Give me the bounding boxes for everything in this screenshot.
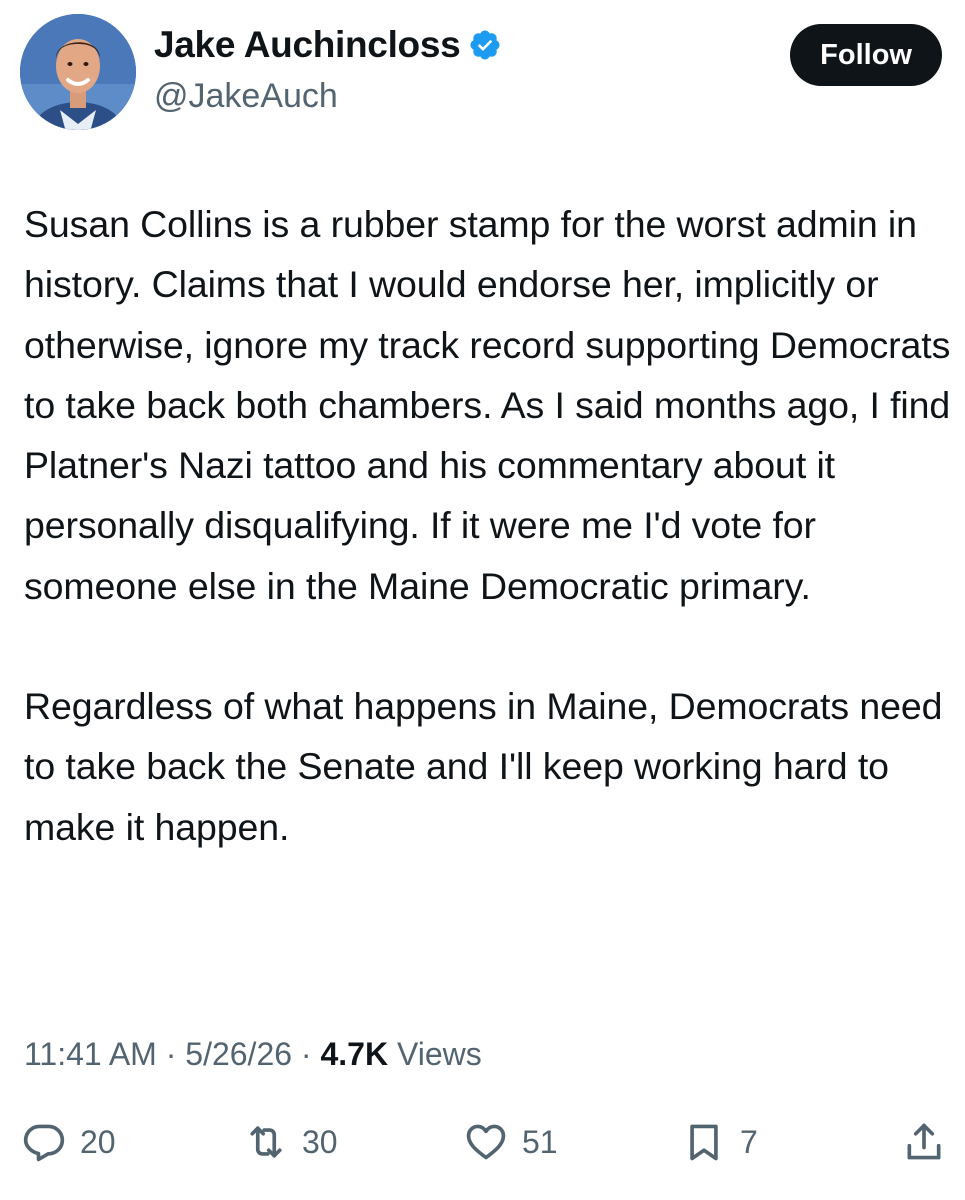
tweet-paragraph: Regardless of what happens in Maine, Dem…	[24, 685, 943, 848]
user-handle[interactable]: @JakeAuch	[154, 74, 338, 118]
avatar-image	[20, 14, 136, 130]
reply-count: 20	[80, 1123, 116, 1160]
reply-icon	[23, 1124, 65, 1162]
like-button[interactable]: 51	[464, 1110, 558, 1174]
repost-button[interactable]: 30	[244, 1110, 338, 1174]
tweet-meta: 11:41 AM · 5/26/26 · 4.7K Views	[24, 1032, 482, 1076]
meta-separator: ·	[165, 1036, 177, 1072]
heart-icon	[466, 1124, 506, 1160]
reply-button[interactable]: 20	[22, 1110, 116, 1174]
bookmark-icon	[690, 1124, 718, 1161]
repost-icon	[250, 1126, 282, 1158]
bookmark-count: 7	[740, 1123, 758, 1160]
views-label: Views	[396, 1036, 482, 1072]
display-name[interactable]: Jake Auchincloss	[154, 22, 461, 68]
tweet-paragraph: Susan Collins is a rubber stamp for the …	[24, 203, 951, 607]
like-count: 51	[522, 1123, 558, 1160]
tweet-time[interactable]: 11:41 AM	[24, 1036, 157, 1072]
share-icon	[907, 1123, 941, 1160]
views-count: 4.7K	[320, 1036, 389, 1072]
avatar[interactable]	[20, 14, 136, 130]
tweet-date[interactable]: 5/26/26	[185, 1036, 292, 1072]
verified-badge-icon	[468, 28, 502, 62]
repost-count: 30	[302, 1123, 338, 1160]
share-button[interactable]	[902, 1110, 946, 1174]
tweet-header: Jake Auchincloss @JakeAuch Follow	[20, 14, 942, 130]
tweet-text: Susan Collins is a rubber stamp for the …	[24, 194, 959, 857]
meta-separator: ·	[300, 1036, 312, 1072]
bookmark-button[interactable]: 7	[682, 1110, 758, 1174]
name-row: Jake Auchincloss	[154, 22, 502, 68]
follow-button[interactable]: Follow	[790, 24, 942, 86]
action-bar: 20 30 51 7	[22, 1110, 952, 1174]
